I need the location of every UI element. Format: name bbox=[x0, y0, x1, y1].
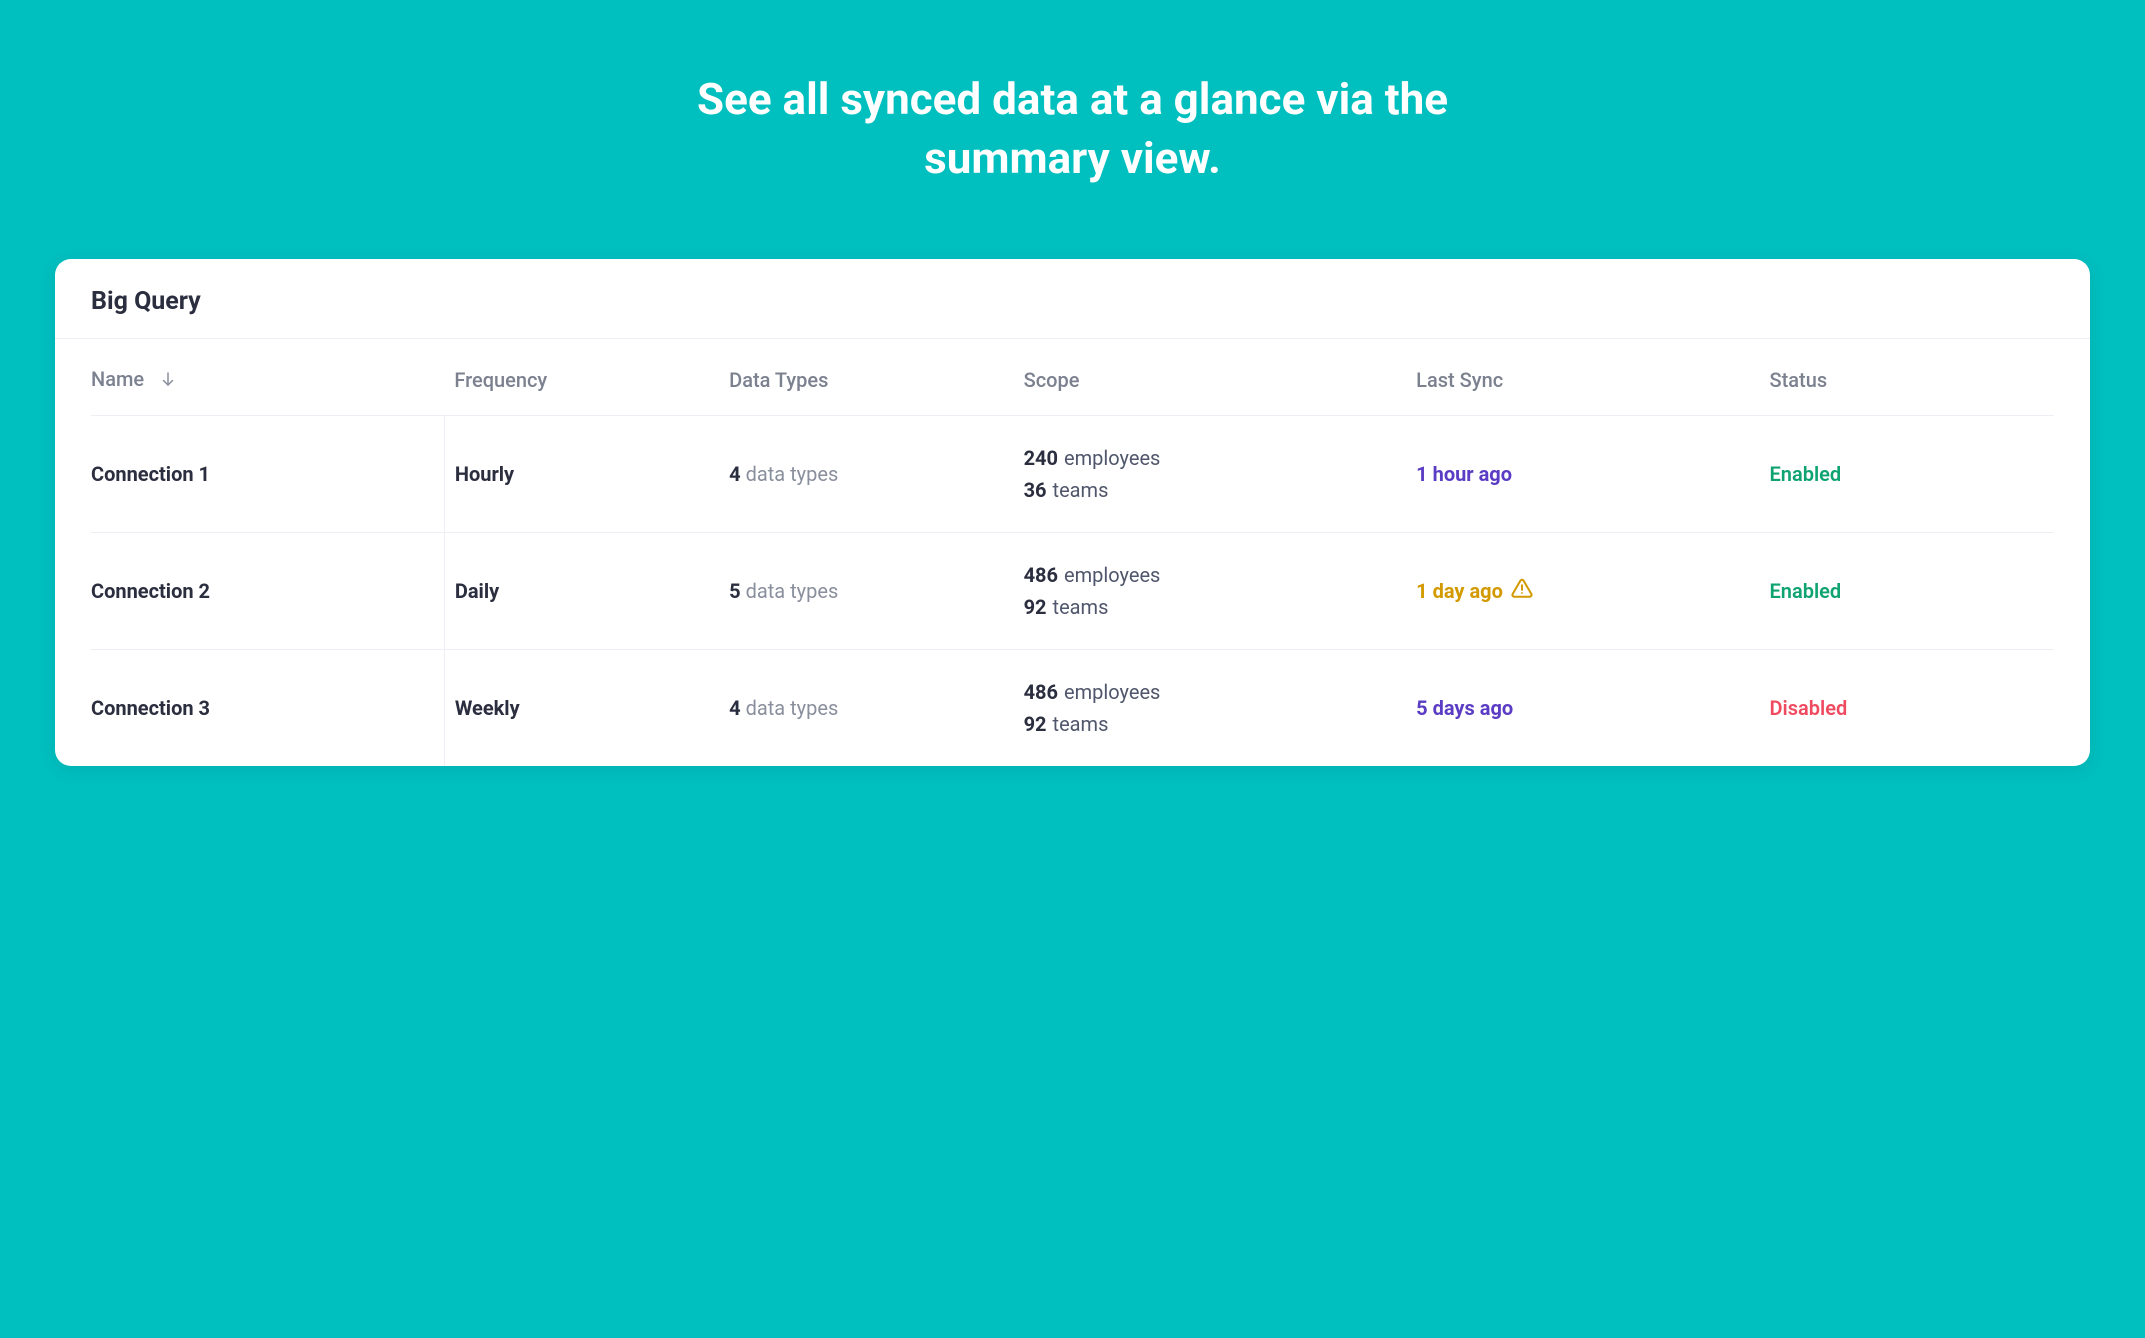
last-sync-value: 5 days ago bbox=[1416, 696, 1513, 720]
col-header-scope[interactable]: Scope bbox=[1014, 339, 1407, 416]
scope-employees: 240employees bbox=[1024, 442, 1397, 474]
data-types-label: data types bbox=[746, 579, 839, 603]
frequency-value: Hourly bbox=[455, 462, 514, 486]
scope-teams: 92teams bbox=[1024, 708, 1397, 740]
table-row[interactable]: Connection 3 Weekly 4 data types 486employe… bbox=[91, 649, 2054, 766]
summary-card: Big Query Name Frequency Data Types Scop… bbox=[55, 259, 2090, 766]
scope-employees-count: 486 bbox=[1024, 680, 1058, 704]
scope-employees: 486employees bbox=[1024, 559, 1397, 591]
frequency-value: Daily bbox=[455, 579, 499, 603]
scope-employees-count: 486 bbox=[1024, 563, 1058, 587]
scope-teams-label: teams bbox=[1053, 595, 1109, 619]
col-header-frequency-label: Frequency bbox=[454, 368, 547, 392]
card-header: Big Query bbox=[55, 259, 2090, 339]
cell-data-types: 4 data types bbox=[719, 649, 1013, 766]
last-sync-text: 1 hour ago bbox=[1416, 462, 1512, 486]
scope-employees: 486employees bbox=[1024, 676, 1397, 708]
cell-last-sync: 5 days ago bbox=[1406, 649, 1759, 766]
cell-name: Connection 2 bbox=[91, 532, 444, 649]
status-badge: Enabled bbox=[1770, 579, 1842, 603]
data-types-label: data types bbox=[746, 696, 839, 720]
connection-name: Connection 3 bbox=[91, 696, 210, 720]
col-header-status-label: Status bbox=[1770, 368, 1828, 392]
scope-teams-count: 92 bbox=[1024, 712, 1047, 736]
cell-last-sync: 1 hour ago bbox=[1406, 415, 1759, 532]
scope-teams: 36teams bbox=[1024, 474, 1397, 506]
scope-employees-label: employees bbox=[1064, 680, 1160, 704]
connection-name: Connection 1 bbox=[91, 462, 210, 486]
hero-heading: See all synced data at a glance via the … bbox=[633, 70, 1513, 189]
data-types-count: 4 bbox=[729, 462, 740, 486]
cell-status: Enabled bbox=[1760, 415, 2055, 532]
status-badge: Disabled bbox=[1770, 696, 1848, 720]
cell-scope: 486employees92teams bbox=[1014, 649, 1407, 766]
cell-data-types: 4 data types bbox=[719, 415, 1013, 532]
cell-frequency: Weekly bbox=[444, 649, 719, 766]
col-header-data-types-label: Data Types bbox=[729, 368, 828, 392]
scope-teams: 92teams bbox=[1024, 591, 1397, 623]
table-row[interactable]: Connection 1 Hourly 4 data types 240employe… bbox=[91, 415, 2054, 532]
cell-name: Connection 3 bbox=[91, 649, 444, 766]
cell-data-types: 5 data types bbox=[719, 532, 1013, 649]
scope-teams-label: teams bbox=[1053, 478, 1109, 502]
data-types-count: 4 bbox=[729, 696, 740, 720]
status-badge: Enabled bbox=[1770, 462, 1842, 486]
scope-teams-count: 92 bbox=[1024, 595, 1047, 619]
warning-icon bbox=[1511, 577, 1533, 604]
scope-teams-count: 36 bbox=[1024, 478, 1047, 502]
cell-scope: 240employees36teams bbox=[1014, 415, 1407, 532]
scope-teams-label: teams bbox=[1053, 712, 1109, 736]
cell-scope: 486employees92teams bbox=[1014, 532, 1407, 649]
data-types-count: 5 bbox=[729, 579, 740, 603]
last-sync-text: 1 day ago bbox=[1416, 579, 1503, 603]
col-header-scope-label: Scope bbox=[1024, 368, 1080, 392]
col-header-name[interactable]: Name bbox=[91, 339, 444, 416]
table-row[interactable]: Connection 2 Daily 5 data types 486employee… bbox=[91, 532, 2054, 649]
card-title: Big Query bbox=[91, 287, 2054, 316]
scope-employees-count: 240 bbox=[1024, 446, 1058, 470]
scope-employees-label: employees bbox=[1064, 563, 1160, 587]
col-header-status[interactable]: Status bbox=[1760, 339, 2055, 416]
cell-frequency: Hourly bbox=[444, 415, 719, 532]
connections-table: Name Frequency Data Types Scope Last Syn… bbox=[91, 339, 2054, 766]
col-header-data-types[interactable]: Data Types bbox=[719, 339, 1013, 416]
connection-name: Connection 2 bbox=[91, 579, 210, 603]
col-header-last-sync-label: Last Sync bbox=[1416, 368, 1503, 392]
col-header-frequency[interactable]: Frequency bbox=[444, 339, 719, 416]
cell-status: Enabled bbox=[1760, 532, 2055, 649]
col-header-name-label: Name bbox=[91, 367, 144, 391]
cell-frequency: Daily bbox=[444, 532, 719, 649]
cell-status: Disabled bbox=[1760, 649, 2055, 766]
frequency-value: Weekly bbox=[455, 696, 520, 720]
sort-descending-icon bbox=[159, 369, 177, 393]
data-types-label: data types bbox=[746, 462, 839, 486]
last-sync-value: 1 hour ago bbox=[1416, 462, 1512, 486]
col-header-last-sync[interactable]: Last Sync bbox=[1406, 339, 1759, 416]
scope-employees-label: employees bbox=[1064, 446, 1160, 470]
last-sync-value: 1 day ago bbox=[1416, 577, 1533, 604]
cell-last-sync: 1 day ago bbox=[1406, 532, 1759, 649]
cell-name: Connection 1 bbox=[91, 415, 444, 532]
last-sync-text: 5 days ago bbox=[1416, 696, 1513, 720]
